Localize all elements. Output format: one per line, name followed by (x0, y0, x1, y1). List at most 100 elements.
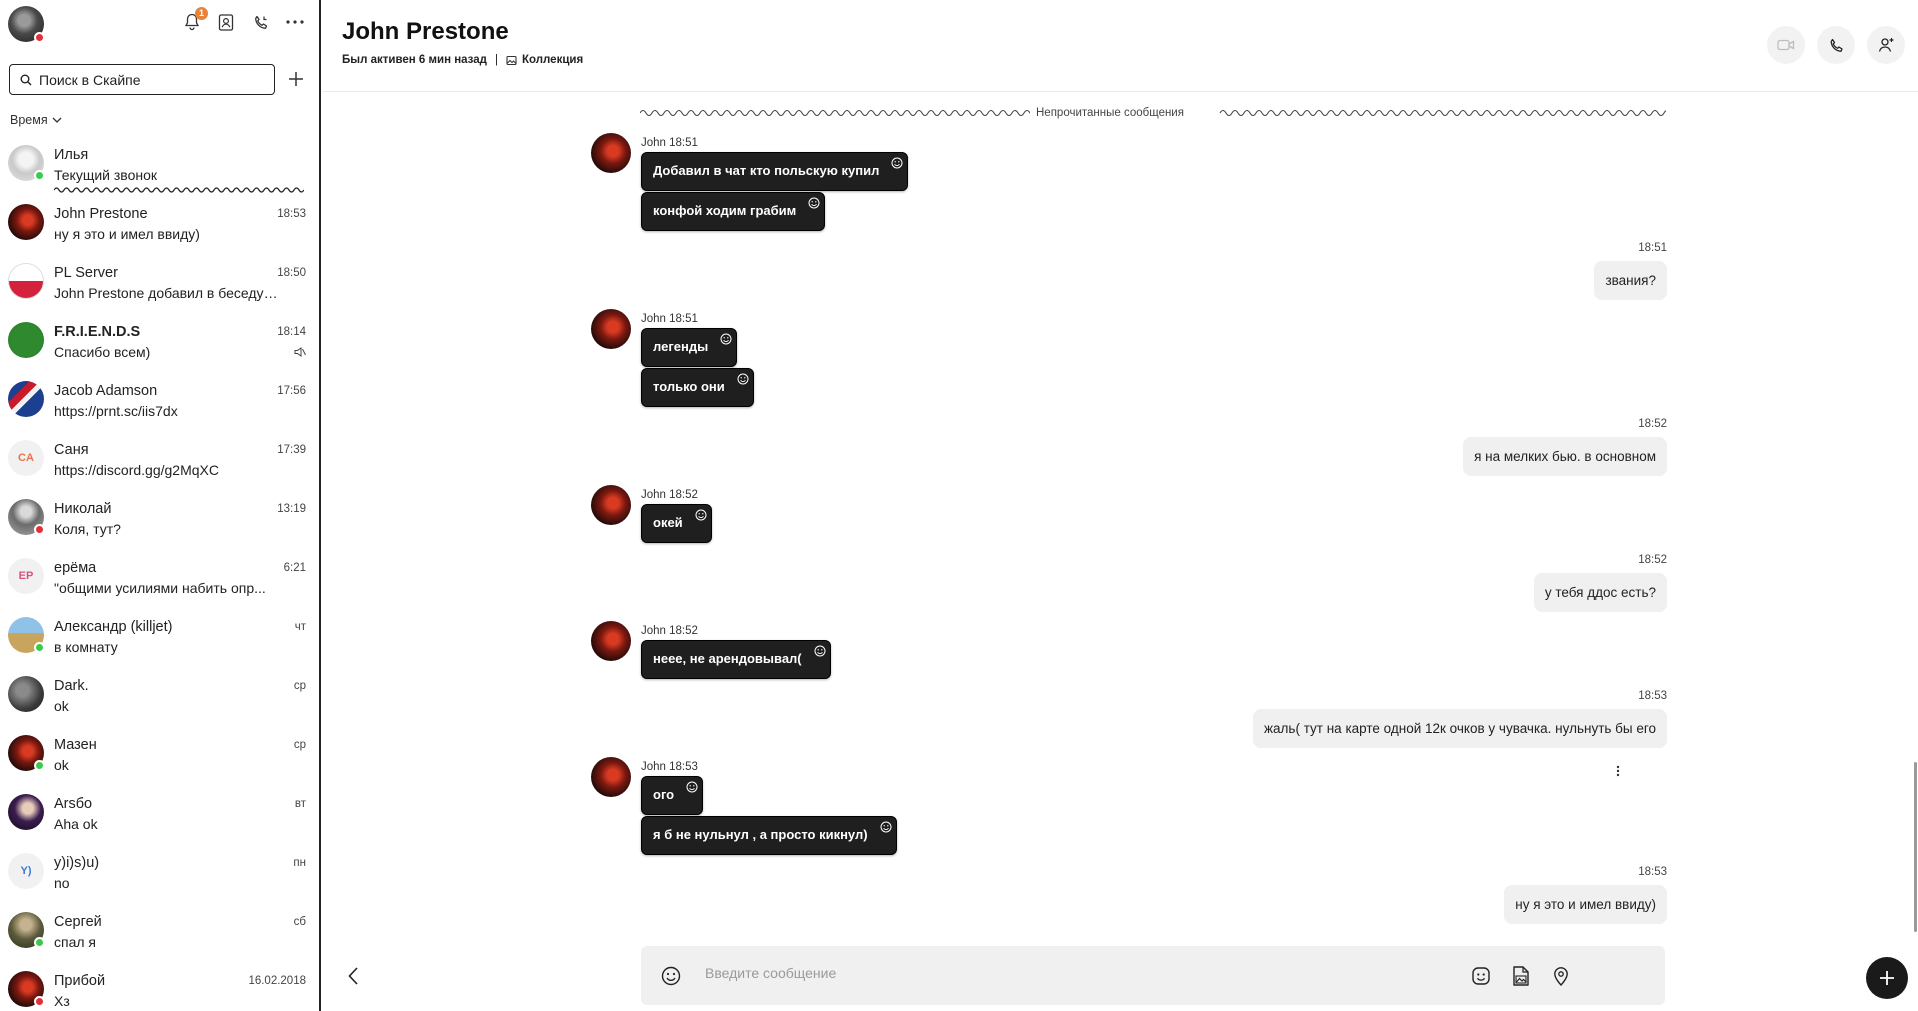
contact-avatar (8, 735, 45, 771)
chat-list-item[interactable]: PL Server John Prestone добавил в беседу … (0, 254, 319, 313)
chat-list-item[interactable]: Dark. ok ср (0, 667, 319, 726)
sender-avatar[interactable] (591, 757, 631, 797)
message-input[interactable] (705, 965, 1405, 981)
react-button[interactable] (889, 155, 906, 171)
incoming-message[interactable]: конфой ходим грабим (641, 192, 826, 231)
react-button[interactable] (877, 819, 894, 835)
incoming-message[interactable]: только они (641, 368, 754, 407)
chat-list-item[interactable]: EP ерёма "общими усилиями набить опр... 6:2… (0, 549, 319, 608)
chat-list-item[interactable]: CA Саня https://discord.gg/g2MqXC 17:39 (0, 431, 319, 490)
incoming-message[interactable]: окей (641, 504, 712, 543)
smiley-icon (686, 781, 698, 793)
chat-list-item[interactable]: Илья Текущий звонок (0, 136, 319, 195)
message-time: 18:52 (1638, 418, 1667, 430)
message-preview: ok (54, 698, 69, 714)
contacts-icon (218, 13, 234, 31)
incoming-message[interactable]: легенды (641, 328, 738, 367)
react-button[interactable] (734, 371, 751, 387)
contact-avatar (8, 617, 45, 653)
chevron-down-icon (52, 117, 62, 123)
sticker-button[interactable] (1469, 964, 1493, 988)
incoming-message[interactable]: неее, не арендовывал( (641, 640, 831, 679)
outgoing-message[interactable]: я на мелких бью. в основном (1463, 437, 1667, 476)
chat-time: сб (293, 916, 306, 928)
scrollbar-thumb[interactable] (1914, 762, 1917, 932)
sender-avatar[interactable] (591, 621, 631, 661)
outgoing-message[interactable]: звания? (1594, 261, 1667, 300)
chat-list-item[interactable]: Николай Коля, тут? 13:19 (0, 490, 319, 549)
emoji-button[interactable] (659, 964, 683, 988)
phone-history-icon (254, 15, 267, 29)
react-button[interactable] (692, 507, 709, 523)
calls-button[interactable] (249, 10, 273, 34)
chat-list-item[interactable]: Мазен ok ср (0, 726, 319, 785)
chat-list-item[interactable]: Arsбo Aha ok вт (0, 785, 319, 844)
sort-dropdown[interactable]: Время (10, 113, 62, 127)
sender-avatar[interactable] (591, 133, 631, 173)
outgoing-message[interactable]: жаль( тут на карте одной 12к очков у чув… (1253, 709, 1667, 748)
message-preview: спал я (54, 934, 97, 950)
sender-avatar[interactable] (591, 485, 631, 525)
notifications-button[interactable]: 1 (180, 7, 208, 34)
chat-list-item[interactable]: Jacob Adamson https://prnt.sc/iis7dx 17:56 (0, 372, 319, 431)
search-input[interactable] (39, 71, 239, 88)
video-camera-icon (1777, 39, 1795, 51)
chat-list-item[interactable]: Y) y)i)s)u) no пн (0, 844, 319, 903)
status-online-icon (34, 937, 45, 948)
contact-name: F.R.I.E.N.D.S (54, 324, 141, 340)
incoming-message[interactable]: ого (641, 776, 704, 815)
react-button[interactable] (806, 195, 823, 211)
contact-avatar (8, 263, 44, 299)
message-text: окей (653, 515, 683, 530)
my-avatar[interactable] (8, 6, 45, 43)
chat-time: 17:39 (277, 444, 306, 456)
avatar-image (8, 676, 44, 712)
chat-list-item[interactable]: Александр (killjet) в комнату чт (0, 608, 319, 667)
chat-list-item[interactable]: Прибой Хз 16.02.2018 (0, 962, 319, 1011)
add-content-button[interactable] (1866, 957, 1908, 999)
message-preview: https://discord.gg/g2MqXC (54, 462, 219, 478)
react-button[interactable] (718, 331, 735, 347)
react-button[interactable] (811, 643, 828, 659)
video-call-button[interactable] (1767, 26, 1805, 64)
avatar-image: CA (8, 440, 44, 476)
avatar-image (8, 204, 44, 240)
location-button[interactable] (1549, 964, 1573, 988)
audio-call-button[interactable] (1817, 26, 1855, 64)
conversation-header: John Prestone Был активен 6 мин назад | … (323, 0, 1918, 92)
sender-label: John 18:51 (641, 313, 698, 325)
chat-time: ср (293, 680, 306, 692)
message-text: ого (653, 787, 675, 802)
status-online-icon (34, 170, 45, 181)
contact-avatar (8, 676, 44, 712)
message-text: неее, не арендовывал( (653, 651, 802, 666)
chat-time: 16.02.2018 (248, 975, 306, 987)
sender-avatar[interactable] (591, 309, 631, 349)
message-options-button[interactable] (1614, 765, 1622, 777)
message-text: конфой ходим грабим (653, 203, 797, 218)
chat-list-item[interactable]: John Prestone ну я это и имел ввиду) 18:53 (0, 195, 319, 254)
contact-avatar (8, 971, 45, 1007)
incoming-message[interactable]: я б не нульнул , а просто кикнул) (641, 816, 897, 855)
conversation-title[interactable]: John Prestone (342, 18, 509, 46)
message-time: 18:52 (1638, 554, 1667, 566)
chat-list-item[interactable]: Сергей спал я сб (0, 903, 319, 962)
chat-time: 18:53 (277, 208, 306, 220)
outgoing-message[interactable]: ну я это и имел ввиду) (1504, 885, 1667, 924)
outgoing-message[interactable]: у тебя ддос есть? (1533, 573, 1667, 612)
new-chat-button[interactable] (285, 68, 307, 90)
chat-time: вт (294, 798, 306, 810)
more-options-button[interactable] (283, 10, 307, 34)
collection-link[interactable]: Коллекция (506, 54, 583, 66)
avatar-image (8, 381, 44, 417)
message-preview: Коля, тут? (54, 521, 121, 537)
chat-list-item[interactable]: F.R.I.E.N.D.S Спасибо всем) 18:14 (0, 313, 319, 372)
search-box[interactable] (9, 64, 275, 95)
call-wave-icon (54, 187, 304, 193)
incoming-message[interactable]: Добавил в чат кто польскую купил (641, 152, 909, 191)
back-button[interactable] (343, 964, 363, 988)
add-files-button[interactable] (1509, 964, 1533, 988)
add-people-button[interactable] (1867, 26, 1905, 64)
react-button[interactable] (684, 779, 701, 795)
contacts-button[interactable] (214, 10, 238, 34)
